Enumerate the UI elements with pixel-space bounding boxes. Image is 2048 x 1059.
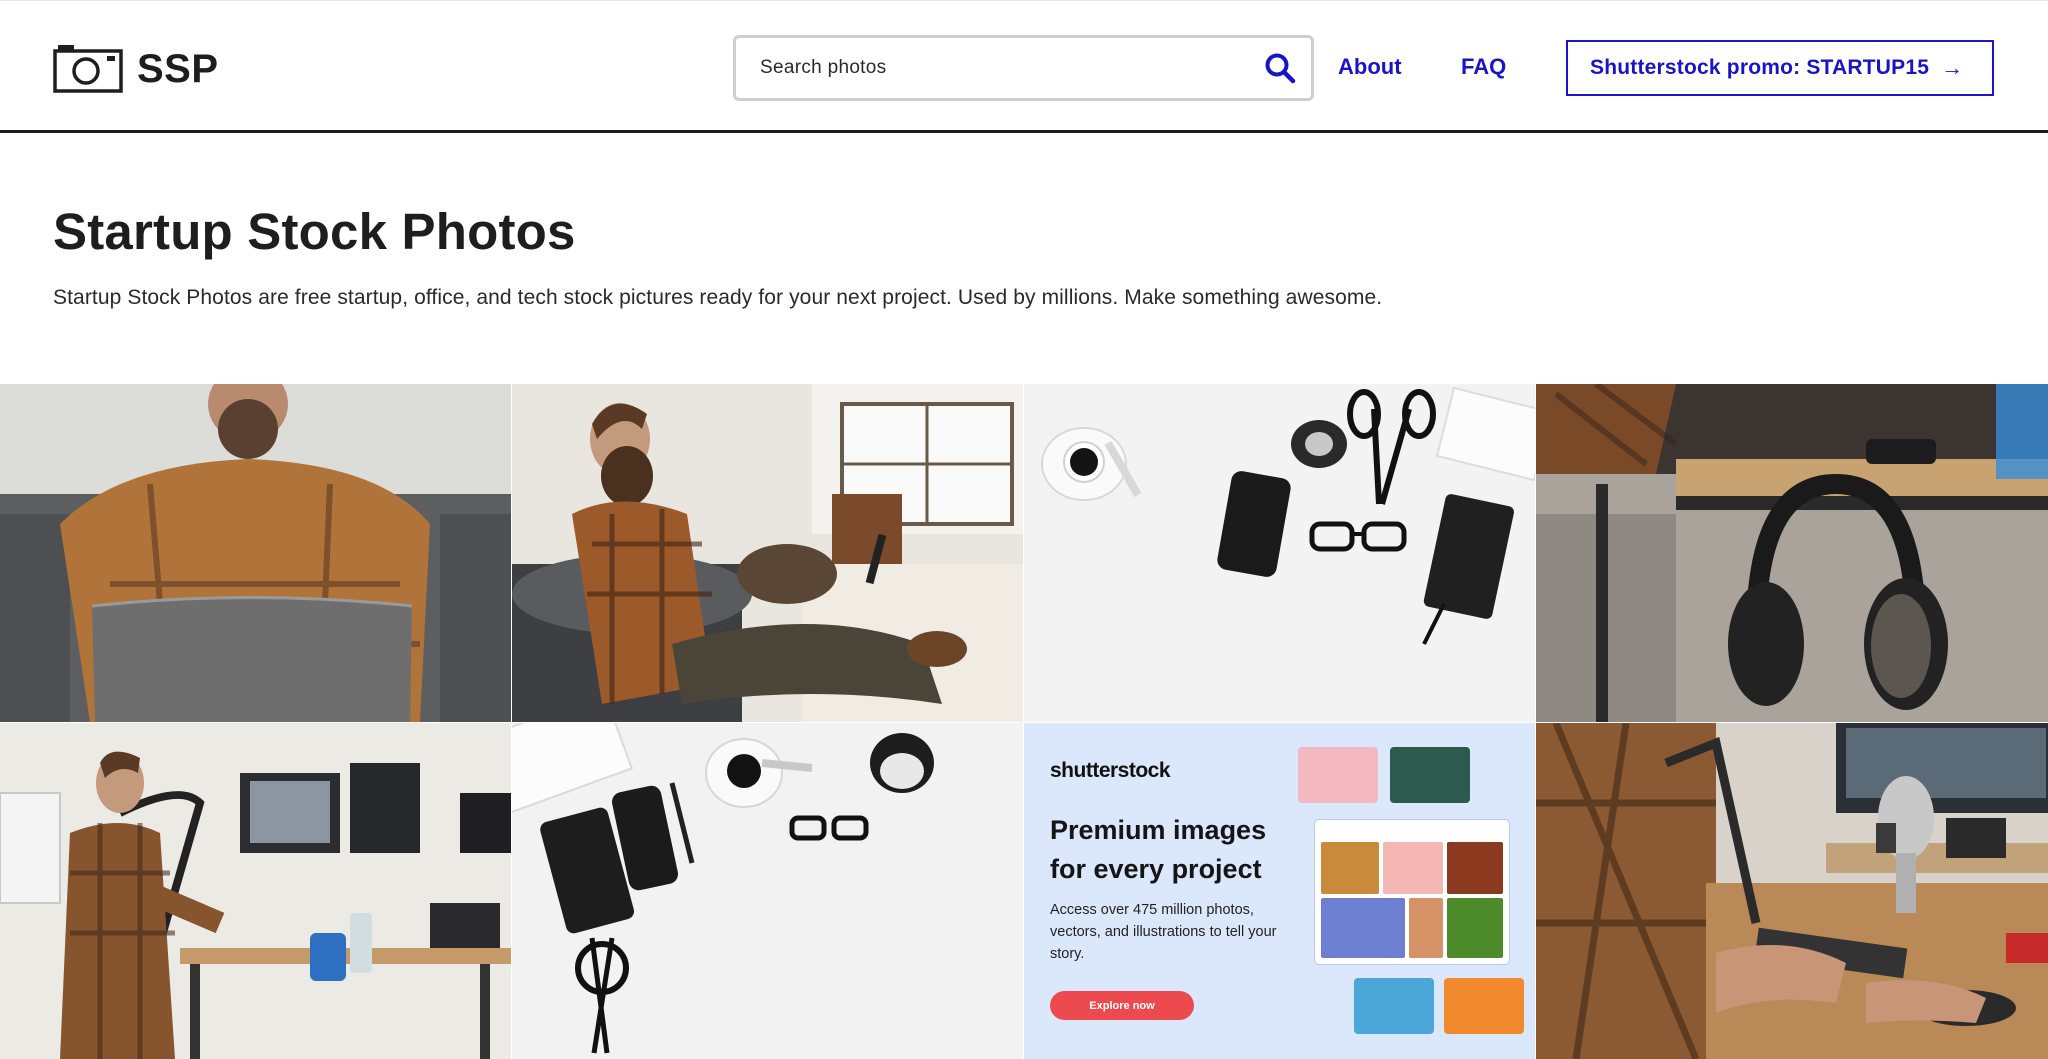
photo-man-laptop-couch[interactable] [0, 384, 511, 722]
photo-image [512, 723, 1023, 1059]
photo-image [1024, 384, 1535, 722]
photo-desk-flatlay[interactable] [1024, 384, 1535, 722]
search-icon [1265, 53, 1296, 84]
photo-image [1536, 723, 2048, 1059]
photo-image [1536, 384, 2048, 722]
ad-gallery-cell [1447, 842, 1503, 894]
explore-now-button[interactable]: Explore now [1050, 991, 1194, 1020]
page-title: Startup Stock Photos [53, 203, 576, 260]
promo-button[interactable]: Shutterstock promo: STARTUP15 → [1566, 40, 1994, 96]
arrow-right-icon: → [1941, 55, 1964, 80]
page-description: Startup Stock Photos are free startup, o… [53, 286, 1383, 309]
ad-image-thumbnail [1354, 978, 1434, 1034]
photo-image [0, 384, 511, 722]
ad-gallery-cell [1321, 842, 1379, 894]
search-input[interactable] [736, 38, 1249, 98]
ad-headline: Premium images for every project [1050, 815, 1267, 884]
ad-image-thumbnail [1298, 747, 1378, 803]
search-button[interactable] [1249, 38, 1311, 98]
ad-gallery-cell [1383, 842, 1443, 894]
photo-image [512, 384, 1023, 722]
ad-gallery-cell [1447, 898, 1503, 958]
photo-desk-flatlay-2[interactable] [512, 723, 1023, 1059]
ad-image-thumbnail [1444, 978, 1524, 1034]
camera-icon [53, 45, 123, 93]
photo-man-phone-dog[interactable] [512, 384, 1023, 722]
ad-brand-logo: shutterstock [1050, 759, 1171, 782]
ad-gallery-cell [1409, 898, 1443, 958]
site-header: SSP About FAQ Shutterstock promo: STARTU… [0, 1, 2048, 133]
nav-faq-link[interactable]: FAQ [1461, 51, 1506, 83]
promo-label: Shutterstock promo: STARTUP15 [1590, 56, 1930, 79]
shutterstock-ad[interactable]: shutterstock Premium images for every pr… [1024, 723, 1535, 1059]
ad-gallery-cell [1321, 898, 1405, 958]
search-bar [733, 35, 1314, 101]
ad-image-thumbnail [1390, 747, 1470, 803]
ad-gallery-window [1314, 819, 1510, 965]
photo-image [0, 723, 511, 1059]
logo-link[interactable]: SSP [53, 45, 219, 93]
photo-grid: shutterstock Premium images for every pr… [0, 384, 2048, 1059]
nav-about-link[interactable]: About [1338, 51, 1402, 83]
photo-headphones-desk[interactable] [1536, 384, 2048, 722]
photo-hands-keyboard-mic[interactable] [1536, 723, 2048, 1059]
ad-body-text: Access over 475 million photos, vectors,… [1050, 902, 1277, 962]
logo-text: SSP [137, 47, 219, 91]
photo-man-standing-desk[interactable] [0, 723, 511, 1059]
